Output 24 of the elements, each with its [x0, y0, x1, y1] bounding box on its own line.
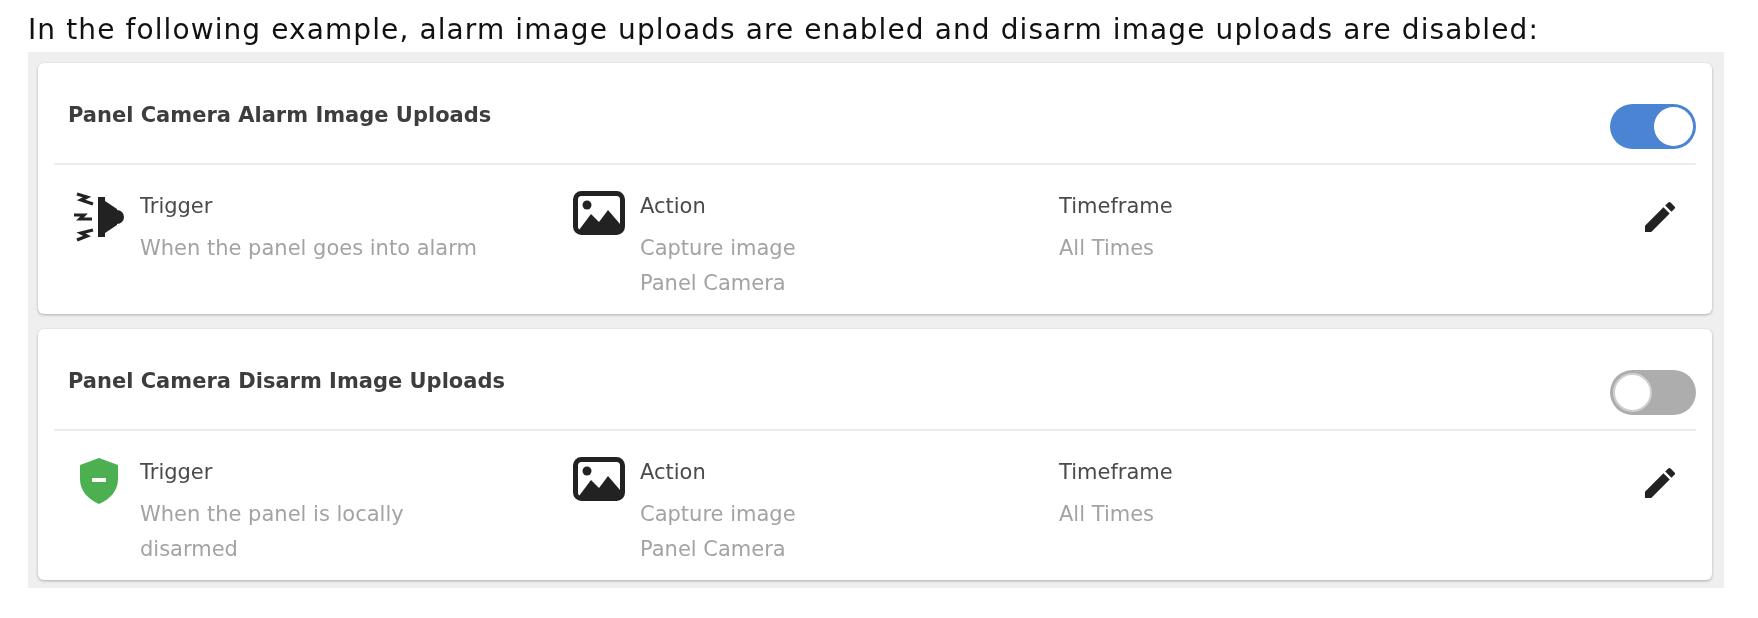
- edit-icon[interactable]: [1645, 201, 1675, 233]
- field-value: Panel Camera: [640, 270, 787, 297]
- field-label: Timeframe: [1059, 193, 1174, 220]
- field-label: Trigger: [140, 459, 214, 486]
- field-value: Panel Camera: [640, 536, 787, 563]
- toggle-switch[interactable]: [1610, 104, 1696, 149]
- toggle-switch[interactable]: [1610, 370, 1696, 415]
- image-icon: [573, 191, 625, 235]
- field-value: When the panel goes into alarm: [140, 235, 478, 262]
- field-value: Capture image: [640, 501, 797, 528]
- rule-title: Panel Camera Disarm Image Uploads: [68, 368, 505, 394]
- intro-text: In the following example, alarm image uploads are enabled and disarm image uploads are disabled:: [28, 12, 1539, 48]
- edit-icon[interactable]: [1645, 467, 1675, 499]
- image-icon: [573, 457, 625, 501]
- field-label: Trigger: [140, 193, 214, 220]
- field-value: All Times: [1059, 235, 1156, 262]
- field-value: All Times: [1059, 501, 1156, 528]
- siren-icon: [73, 191, 125, 243]
- rule-title: Panel Camera Alarm Image Uploads: [68, 102, 492, 128]
- field-value: Capture image: [640, 235, 797, 262]
- field-value: When the panel is locally disarmed: [140, 501, 405, 563]
- field-label: Action: [640, 459, 707, 486]
- field-label: Timeframe: [1059, 459, 1174, 486]
- field-label: Action: [640, 193, 707, 220]
